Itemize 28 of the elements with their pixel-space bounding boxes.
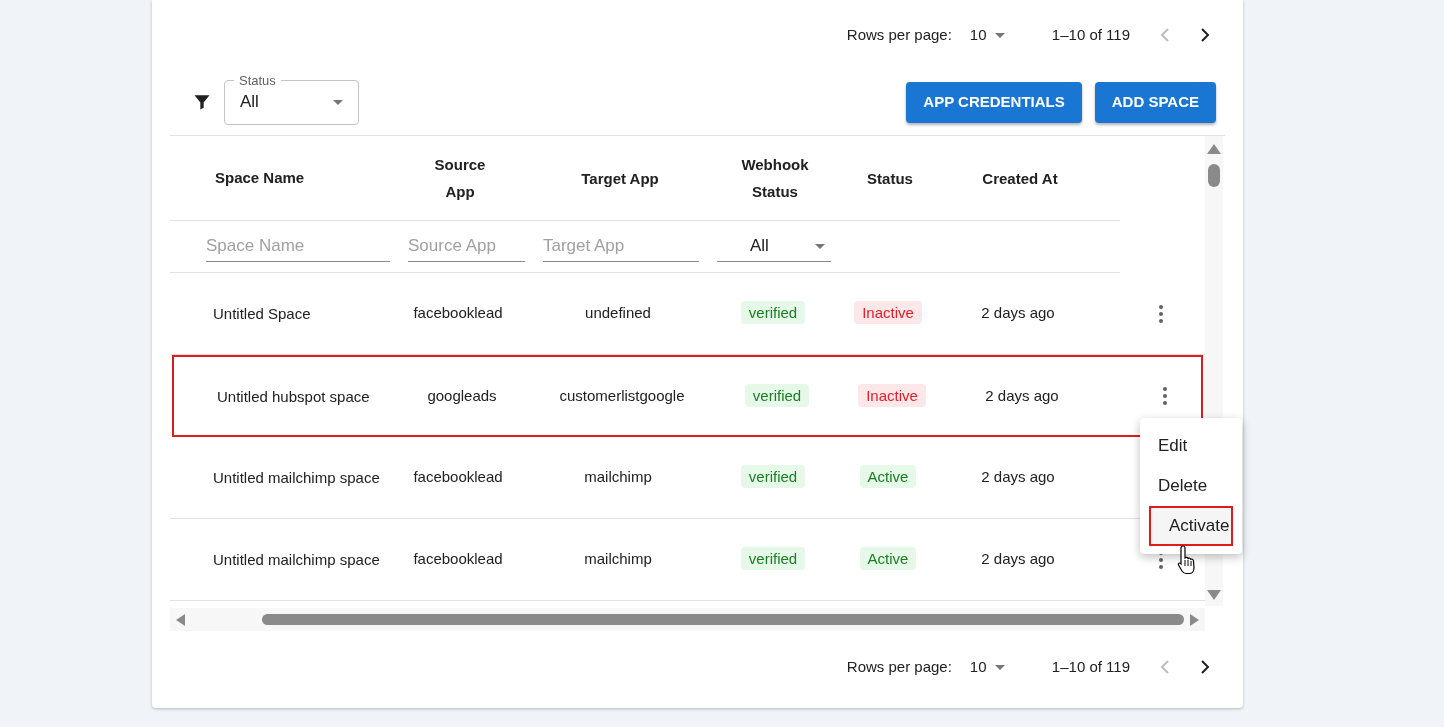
space-name-text: Untitled mailchimp space <box>213 469 380 486</box>
status-badge: Active <box>859 547 917 571</box>
space-name-text: Untitled mailchimp space <box>213 551 380 568</box>
source-app-text: facebooklead <box>413 304 503 322</box>
page-range: 1–10 of 119 <box>1051 656 1130 677</box>
created-at-text: 2 days ago <box>985 386 1059 404</box>
status-badge: Inactive <box>858 383 926 407</box>
status-badge: Active <box>859 465 917 489</box>
source-app-text: facebooklead <box>413 468 503 486</box>
created-at-text: 2 days ago <box>981 304 1055 322</box>
rows-per-page-label: Rows per page: <box>846 24 952 45</box>
target-app-text: mailchimp <box>584 468 652 486</box>
target-app-text: mailchimp <box>584 550 652 568</box>
target-app-text: undefined <box>585 304 651 322</box>
target-app-text: customerlistgoogle <box>559 386 685 404</box>
created-at-text: 2 days ago <box>981 550 1055 568</box>
source-app-text: googleads <box>427 386 497 404</box>
space-name-text: Untitled hubspot space <box>217 387 370 405</box>
space-name-text: Untitled Space <box>213 305 311 322</box>
webhook-status-badge: verified <box>740 547 806 571</box>
webhook-status-badge: verified <box>740 301 806 325</box>
page-range: 1–10 of 119 <box>1051 24 1130 45</box>
created-at-text: 2 days ago <box>981 468 1055 486</box>
webhook-status-badge: verified <box>744 383 810 407</box>
status-badge: Inactive <box>854 301 922 325</box>
rows-per-page-label: Rows per page: <box>846 656 952 677</box>
webhook-status-badge: verified <box>740 465 806 489</box>
source-app-text: facebooklead <box>413 550 503 568</box>
